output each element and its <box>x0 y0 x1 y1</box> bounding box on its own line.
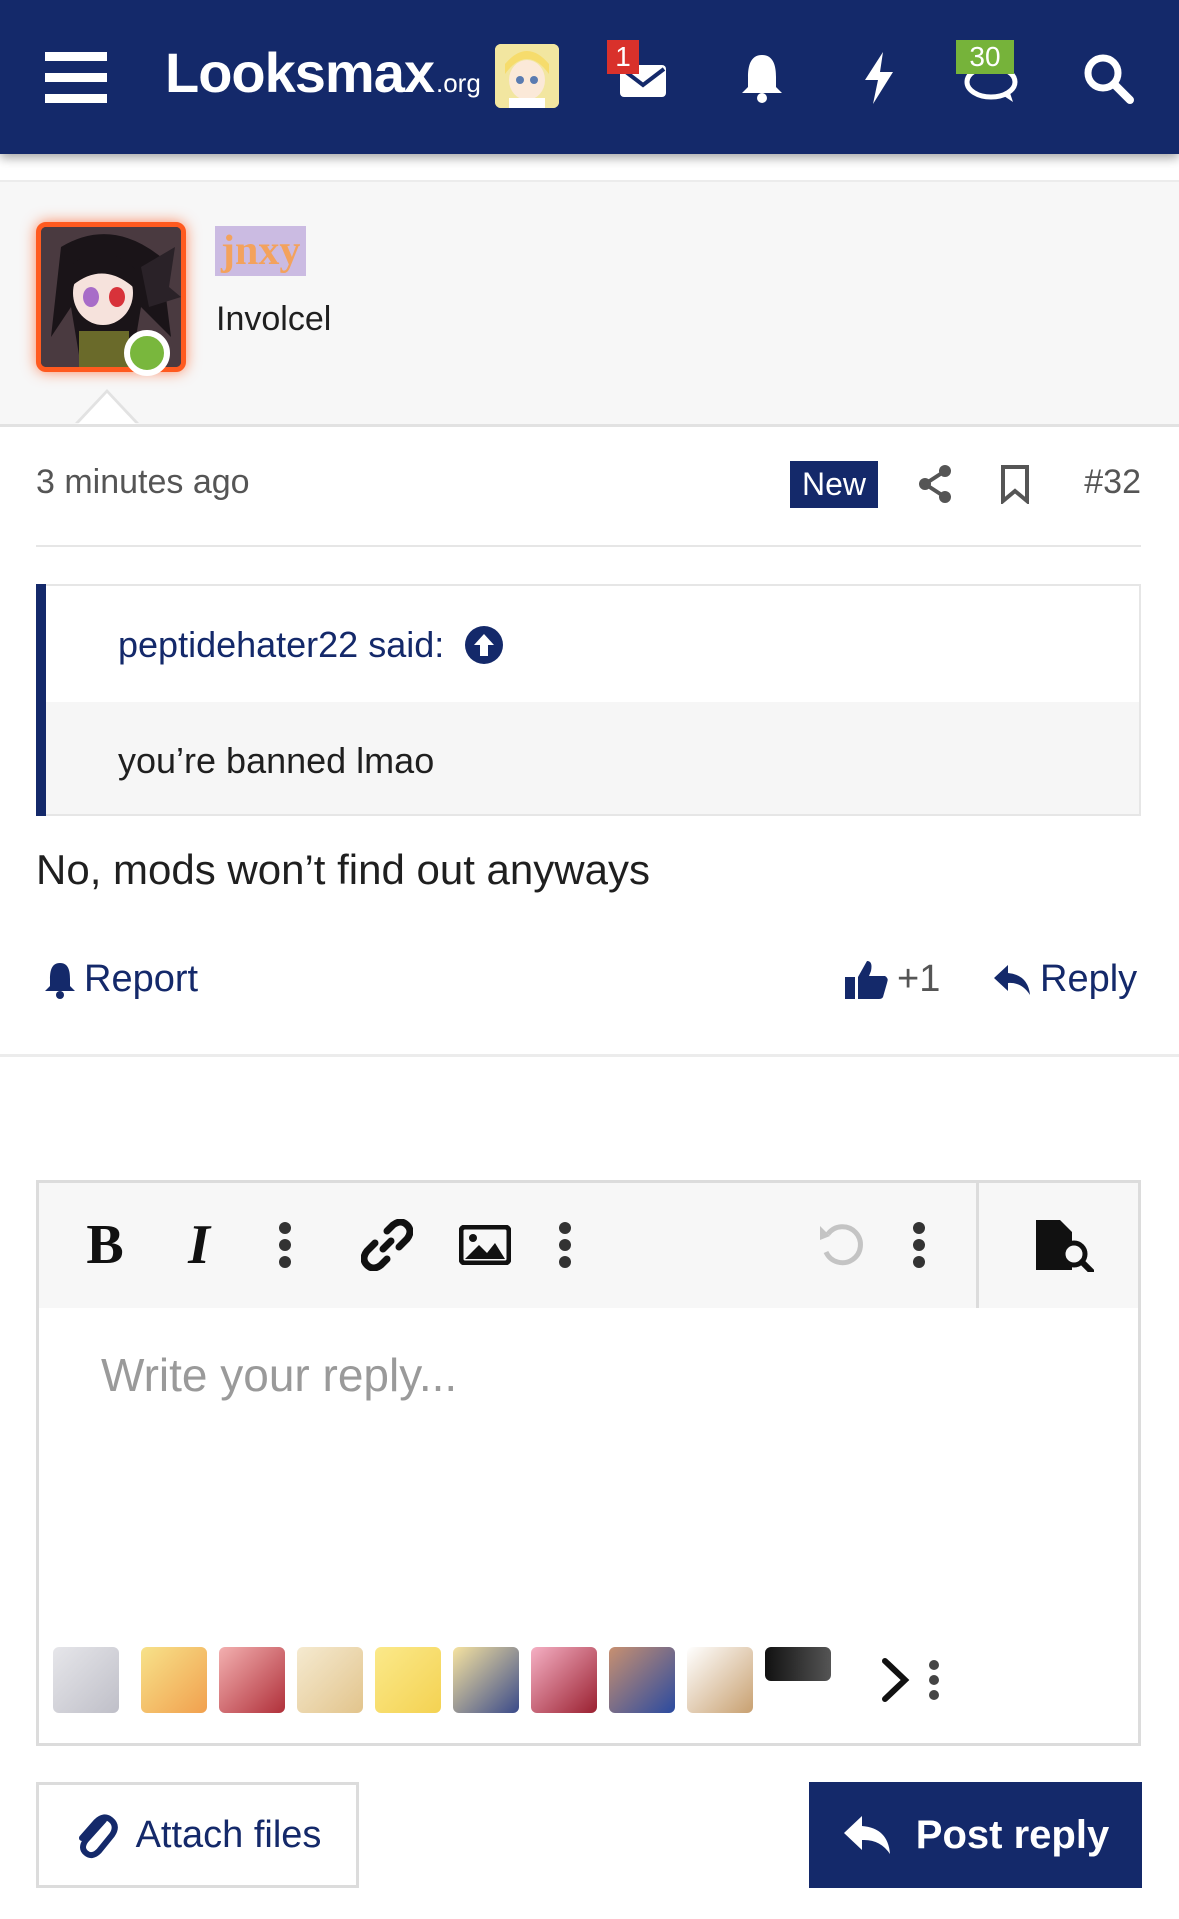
more-text-options-icon[interactable] <box>255 1215 315 1275</box>
smilie-5[interactable] <box>375 1647 441 1713</box>
paperclip-icon <box>78 1814 118 1859</box>
lightning-icon[interactable] <box>843 42 915 114</box>
report-button[interactable]: Report <box>44 958 198 1001</box>
quote-accent-bar <box>36 584 46 816</box>
link-icon[interactable] <box>357 1215 417 1275</box>
smilie-2[interactable] <box>141 1647 207 1713</box>
thumbs-up-icon <box>845 960 888 999</box>
inbox-badge: 1 <box>607 40 639 74</box>
post-message: No, mods won’t find out anyways <box>36 846 650 893</box>
smilie-6[interactable] <box>453 1647 519 1713</box>
site-logo[interactable]: Looksmax .org <box>165 40 481 120</box>
undo-icon[interactable] <box>811 1215 871 1275</box>
hamburger-menu-icon[interactable] <box>40 42 112 114</box>
post-actions-bar: Report +1 Reply <box>0 940 1179 1057</box>
editor-toolbar: B I <box>39 1183 1138 1308</box>
logo-tld-text: .org <box>436 68 481 98</box>
online-status-dot <box>124 330 170 376</box>
quote-author-text: peptidehater22 said: <box>118 624 445 665</box>
bookmark-icon[interactable] <box>990 459 1040 509</box>
account-avatar[interactable] <box>495 44 559 108</box>
author-username[interactable]: jnxy <box>215 226 307 276</box>
top-navbar: Looksmax .org 1 30 <box>0 0 1179 154</box>
more-options-icon[interactable] <box>889 1215 949 1275</box>
post-timestamp[interactable]: 3 minutes ago <box>36 463 250 502</box>
post-reply-label: Post reply <box>915 1812 1110 1857</box>
quote-block: peptidehater22 said: you’re banned lmao <box>36 584 1141 816</box>
smilie-3[interactable] <box>219 1647 285 1713</box>
like-button[interactable]: +1 <box>845 958 940 1001</box>
quote-body: you’re banned lmao <box>46 702 1139 814</box>
post-author-block: jnxy Involcel <box>0 180 1179 427</box>
smilie-4[interactable] <box>297 1647 363 1713</box>
image-icon[interactable] <box>455 1215 515 1275</box>
reply-arrow-white-icon <box>843 1816 890 1854</box>
reply-editor: B I Write your reply... <box>36 1180 1141 1746</box>
more-insert-options-icon[interactable] <box>535 1215 595 1275</box>
quote-header: peptidehater22 said: <box>46 586 1139 702</box>
quote-author-link[interactable]: peptidehater22 said: <box>118 624 504 666</box>
search-icon[interactable] <box>1072 42 1144 114</box>
reply-label: Reply <box>1040 958 1138 1000</box>
attach-files-button[interactable]: Attach files <box>36 1782 359 1888</box>
toolbar-separator <box>976 1183 979 1308</box>
quote-text: you’re banned lmao <box>118 740 435 781</box>
smilie-1[interactable] <box>53 1647 119 1713</box>
italic-button[interactable]: I <box>169 1214 229 1276</box>
report-label: Report <box>84 958 199 1000</box>
smilie-more-icon[interactable] <box>919 1647 949 1713</box>
smilie-7[interactable] <box>531 1647 597 1713</box>
alerts-badge: 30 <box>956 40 1014 74</box>
author-title: Involcel <box>216 300 332 338</box>
author-pointer-arrow <box>75 389 139 424</box>
bell-small-icon <box>45 962 75 999</box>
smilie-10[interactable] <box>765 1647 831 1681</box>
share-icon[interactable] <box>910 459 960 509</box>
bold-button[interactable]: B <box>75 1214 135 1276</box>
post-reply-button[interactable]: Post reply <box>809 1782 1142 1888</box>
smilie-8[interactable] <box>609 1647 675 1713</box>
preview-icon[interactable] <box>1029 1215 1099 1275</box>
reply-button[interactable]: Reply <box>992 958 1137 1001</box>
logo-main-text: Looksmax <box>165 41 435 104</box>
reply-input[interactable]: Write your reply... <box>101 1348 457 1402</box>
attach-files-label: Attach files <box>135 1813 322 1856</box>
smilie-9[interactable] <box>687 1647 753 1713</box>
arrow-up-circle-icon[interactable] <box>464 625 504 665</box>
like-count: +1 <box>897 958 941 1000</box>
post-meta-bar: 3 minutes ago New #32 <box>36 455 1141 547</box>
bell-icon[interactable] <box>726 42 798 114</box>
reply-arrow-icon <box>994 964 1030 995</box>
post-number[interactable]: #32 <box>1084 463 1141 502</box>
smilie-strip <box>53 1647 1113 1717</box>
new-post-tag: New <box>790 461 879 508</box>
